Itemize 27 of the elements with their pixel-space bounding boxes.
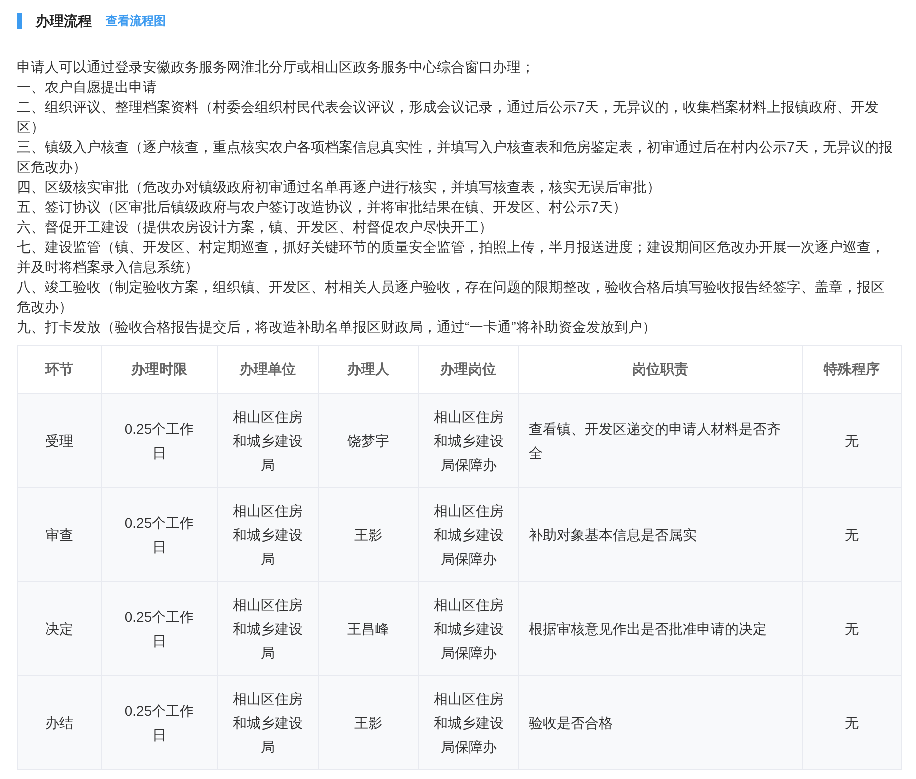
step-text: 五、签订协议（区审批后镇级政府与农户签订改造协议，并将审批结果在镇、开发区、村公示7天） [17, 198, 628, 217]
step-text: 八、竣工验收（制定验收方案，组织镇、开发区、村相关人员逐户验收，存在问题的限期整改，验收合格后填写验收报告经签字、盖章，报区危改办） [17, 278, 886, 317]
step-text: 四、区级核实审批（危改办对镇级政府初审通过名单再逐户进行核实，并填写核查表，核实无误后审批） [17, 178, 662, 197]
column-header: 办理岗位 [418, 346, 518, 394]
step-text: 二、组织评议、整理档案资料（村委会组织村民代表会议评议，形成会议记录，通过后公示7天，无异议的，收集档案材料上报镇政府、开发区） [17, 98, 880, 137]
table-cell: 0.25个工作日 [102, 676, 218, 770]
flowchart-link[interactable]: 查看流程图 [106, 12, 166, 30]
column-header: 特殊程序 [802, 346, 902, 394]
column-header: 办理单位 [218, 346, 318, 394]
section-title: 办理流程 [36, 12, 92, 30]
table-cell: 相山区住房和城乡建设局保障办 [418, 676, 518, 770]
table-cell: 无 [802, 676, 902, 770]
table-cell: 相山区住房和城乡建设局 [218, 676, 318, 770]
table-cell: 王影 [318, 676, 418, 770]
table-cell: 办结 [18, 676, 102, 770]
section-marker [17, 13, 22, 29]
intro-text: 申请人可以通过登录安徽政务服务网淮北分厅或相山区政务服务中心综合窗口办理； [17, 58, 536, 77]
column-header: 办理时限 [102, 346, 218, 394]
column-header: 岗位职责 [518, 346, 802, 394]
step-text: 七、建设监管（镇、开发区、村定期巡查，抓好关键环节的质量安全监管，拍照上传，半月报送进度；建设期间区危改办开展一次逐户巡查，并及时将档案录入信息系统） [17, 238, 886, 277]
step-text: 六、督促开工建设（提供农房设计方案，镇、开发区、村督促农户尽快开工） [17, 218, 494, 237]
step-text: 一、农户自愿提出申请 [17, 78, 158, 97]
column-header: 办理人 [318, 346, 418, 394]
step-text: 九、打卡发放（验收合格报告提交后，将改造补助名单报区财政局，通过“一卡通”将补助资金发放到户） [17, 318, 658, 337]
step-text: 三、镇级入户核查（逐户核查，重点核实农户各项档案信息真实性，并填写入户核查表和危房鉴定表，初审通过后在村内公示7天，无异议的报区危改办） [17, 138, 894, 177]
column-header: 环节 [18, 346, 102, 394]
table-cell: 验收是否合格 [518, 676, 802, 770]
